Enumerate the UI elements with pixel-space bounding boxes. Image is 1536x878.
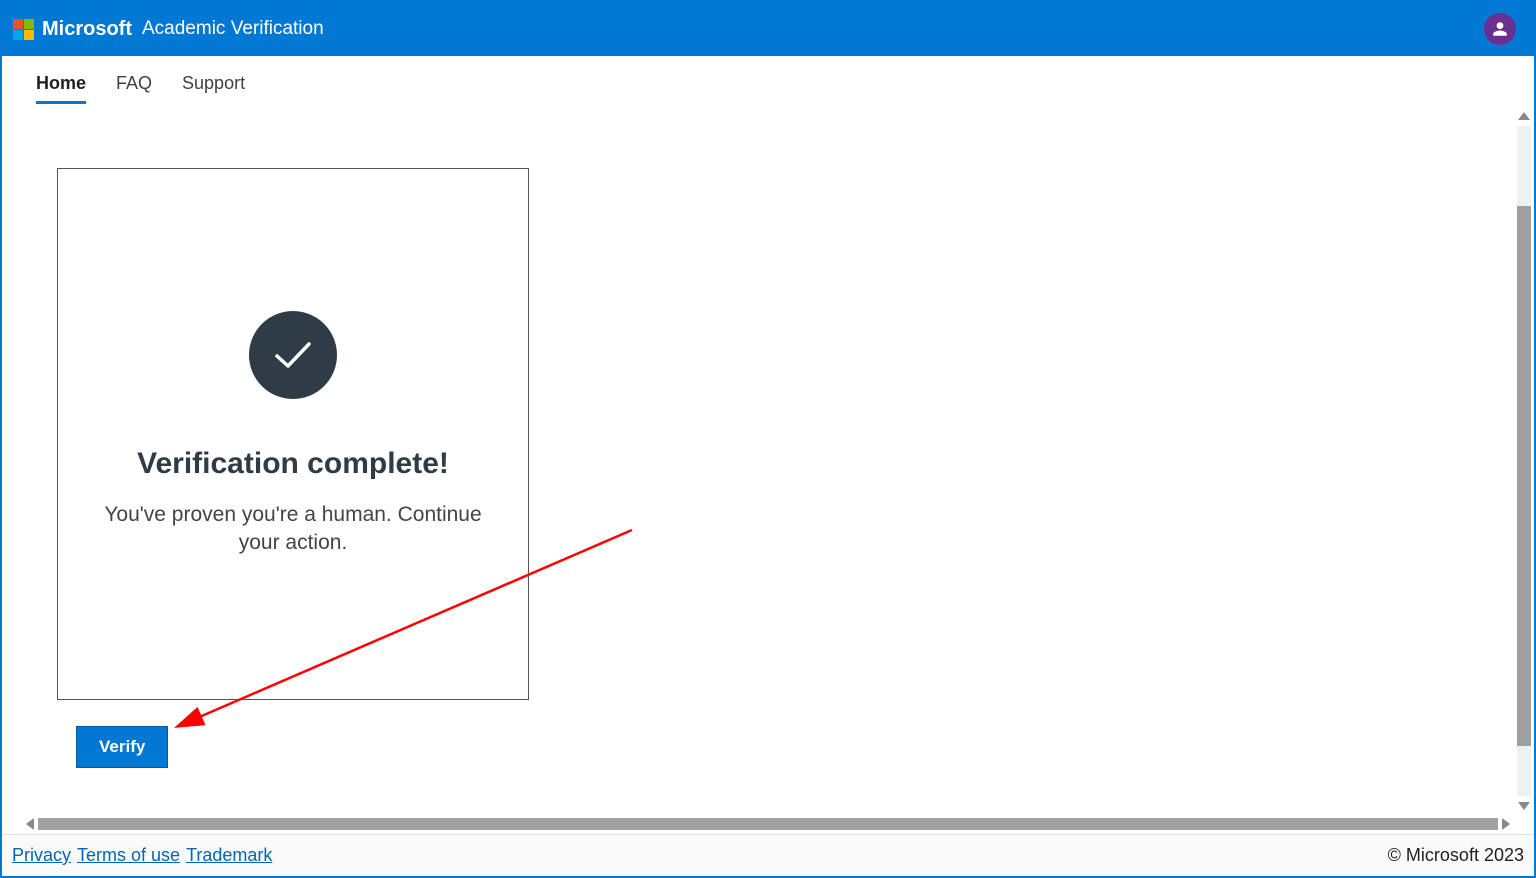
footer-link-terms[interactable]: Terms of use bbox=[77, 845, 180, 866]
content-area: Verification complete! You've proven you… bbox=[22, 108, 1514, 814]
check-circle-icon bbox=[249, 311, 337, 399]
footer-link-privacy[interactable]: Privacy bbox=[12, 845, 71, 866]
app-title: Academic Verification bbox=[142, 18, 324, 40]
nav-tabs: Home FAQ Support bbox=[2, 56, 1534, 108]
tab-faq[interactable]: FAQ bbox=[116, 61, 152, 102]
vscroll-thumb[interactable] bbox=[1517, 206, 1531, 746]
card-title: Verification complete! bbox=[137, 447, 449, 481]
verify-button[interactable]: Verify bbox=[76, 726, 168, 768]
scroll-right-arrow-icon[interactable] bbox=[1502, 818, 1510, 830]
copyright-text: © Microsoft 2023 bbox=[1388, 845, 1524, 866]
horizontal-scrollbar[interactable] bbox=[22, 814, 1514, 834]
scroll-up-arrow-icon[interactable] bbox=[1518, 112, 1530, 120]
main-viewport: Verification complete! You've proven you… bbox=[2, 108, 1534, 834]
tab-support[interactable]: Support bbox=[182, 61, 245, 102]
vscroll-track[interactable] bbox=[1517, 126, 1531, 796]
hscroll-track[interactable] bbox=[38, 818, 1498, 830]
microsoft-logo-icon bbox=[12, 18, 34, 40]
verification-card: Verification complete! You've proven you… bbox=[57, 168, 529, 700]
scroll-down-arrow-icon[interactable] bbox=[1518, 802, 1530, 810]
brand-text: Microsoft bbox=[42, 18, 132, 41]
account-avatar-button[interactable] bbox=[1484, 13, 1516, 45]
person-icon bbox=[1491, 20, 1509, 38]
vertical-scrollbar[interactable] bbox=[1514, 108, 1534, 814]
tab-home[interactable]: Home bbox=[36, 61, 86, 102]
footer: Privacy Terms of use Trademark © Microso… bbox=[2, 834, 1534, 876]
header-bar: Microsoft Academic Verification bbox=[2, 2, 1534, 56]
card-text: You've proven you're a human. Continue y… bbox=[98, 501, 488, 558]
scroll-left-arrow-icon[interactable] bbox=[26, 818, 34, 830]
footer-link-trademark[interactable]: Trademark bbox=[186, 845, 272, 866]
